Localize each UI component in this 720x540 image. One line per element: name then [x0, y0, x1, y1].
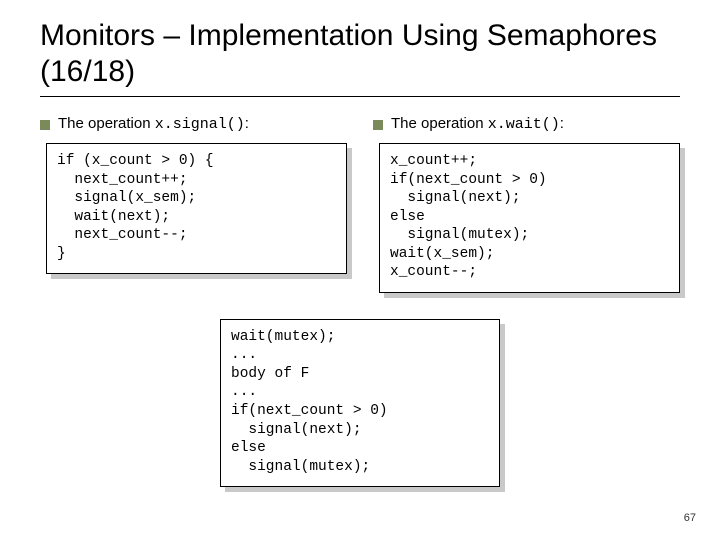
bullet-icon — [373, 120, 383, 130]
bullet-icon — [40, 120, 50, 130]
slide: Monitors – Implementation Using Semaphor… — [0, 0, 720, 540]
code-text: x.signal() — [155, 116, 245, 133]
right-codebox: x_count++; if(next_count > 0) signal(nex… — [379, 143, 680, 293]
text: : — [245, 115, 249, 132]
code-text: x.wait() — [488, 116, 560, 133]
left-column: The operation x.signal(): if (x_count > … — [40, 115, 347, 293]
page-title: Monitors – Implementation Using Semaphor… — [40, 18, 680, 90]
page-number: 67 — [684, 512, 696, 524]
left-heading: The operation x.signal(): — [40, 115, 347, 133]
bottom-codebox: wait(mutex); ... body of F ... if(next_c… — [220, 319, 500, 487]
title-rule — [40, 96, 680, 97]
code: if (x_count > 0) { next_count++; signal(… — [46, 143, 347, 274]
code: wait(mutex); ... body of F ... if(next_c… — [220, 319, 500, 487]
code: x_count++; if(next_count > 0) signal(nex… — [379, 143, 680, 293]
text: The operation — [58, 115, 155, 132]
left-heading-text: The operation x.signal(): — [58, 115, 249, 133]
right-column: The operation x.wait(): x_count++; if(ne… — [373, 115, 680, 293]
right-heading: The operation x.wait(): — [373, 115, 680, 133]
text: : — [560, 115, 564, 132]
right-heading-text: The operation x.wait(): — [391, 115, 564, 133]
text: The operation — [391, 115, 488, 132]
left-codebox: if (x_count > 0) { next_count++; signal(… — [46, 143, 347, 274]
columns: The operation x.signal(): if (x_count > … — [40, 115, 680, 293]
